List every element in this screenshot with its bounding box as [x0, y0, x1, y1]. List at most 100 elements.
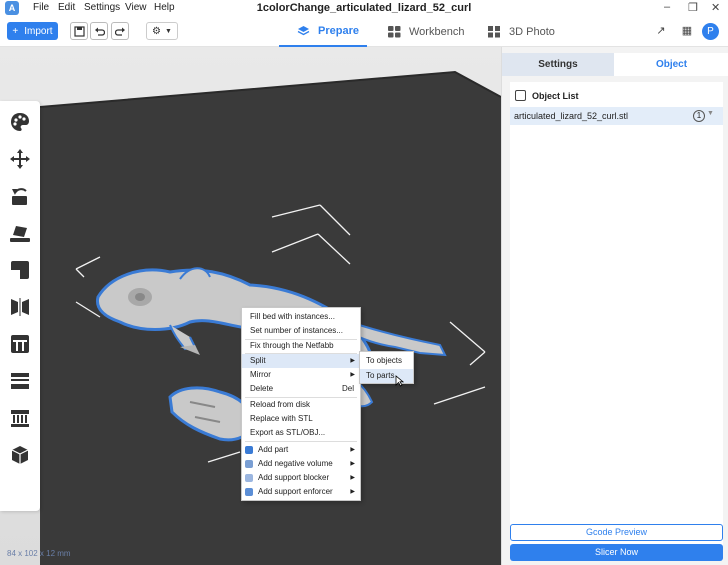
chevron-down-icon[interactable]: ▼: [707, 110, 714, 117]
menu-add-part[interactable]: Add part ▶: [242, 443, 360, 457]
menu-fix-netfabb[interactable]: Fix through the Netfabb: [242, 339, 360, 353]
menu-add-part-label: Add part: [258, 445, 289, 454]
menu-mirror[interactable]: Mirror ▶: [242, 368, 360, 382]
menu-split[interactable]: Split ▶: [242, 354, 360, 368]
split-to-objects-label: To objects: [366, 356, 403, 365]
main-toolbar: + Import ⚙ ▼ Prepare Workbench 3D Photo …: [0, 16, 728, 47]
redo-icon: [114, 27, 125, 36]
menu-add-negative-volume-label: Add negative volume: [258, 459, 333, 468]
tab-3d-photo-label: 3D Photo: [509, 25, 555, 38]
workbench-icon: [388, 25, 401, 37]
save-button[interactable]: [70, 22, 88, 40]
right-panel: Settings Object Object List articulated_…: [501, 47, 728, 565]
split-submenu: To objects To parts: [359, 351, 414, 384]
menu-split-to-objects[interactable]: To objects: [360, 354, 413, 368]
menu-file[interactable]: File: [33, 2, 49, 13]
tab-workbench-label: Workbench: [409, 25, 465, 38]
add-part-icon: [245, 446, 253, 454]
menu-add-support-blocker-label: Add support blocker: [258, 473, 330, 482]
photo-grid-icon: [488, 25, 500, 37]
menu-export[interactable]: Export as STL/OBJ...: [242, 426, 360, 440]
menu-edit[interactable]: Edit: [58, 2, 75, 13]
menu-mirror-label: Mirror: [250, 370, 271, 379]
model-dimensions: 84 x 102 x 12 mm: [7, 549, 71, 558]
tab-workbench[interactable]: Workbench: [388, 16, 474, 47]
menu-delete[interactable]: Delete Del: [242, 382, 360, 396]
minimize-icon[interactable]: –: [664, 1, 670, 13]
undo-icon: [94, 27, 105, 36]
gcode-preview-button[interactable]: Gcode Preview: [510, 524, 723, 541]
object-name: articulated_lizard_52_curl.stl: [514, 111, 629, 121]
object-list: Object List articulated_lizard_52_curl.s…: [510, 82, 723, 552]
menu-fill-bed-label: Fill bed with instances...: [250, 312, 335, 321]
menu-add-support-blocker[interactable]: Add support blocker ▶: [242, 471, 360, 485]
menu-help[interactable]: Help: [154, 2, 175, 13]
list-item[interactable]: articulated_lizard_52_curl.stl 1 ▼: [510, 107, 723, 125]
slice-now-button[interactable]: Slicer Now: [510, 544, 723, 561]
close-icon[interactable]: ✕: [711, 1, 720, 14]
redo-button[interactable]: [111, 22, 129, 40]
menu-set-instances-label: Set number of instances...: [250, 326, 343, 335]
tab-3d-photo[interactable]: 3D Photo: [488, 16, 558, 47]
panel-tabs: Settings Object: [502, 53, 728, 76]
menu-fill-bed[interactable]: Fill bed with instances...: [242, 310, 360, 324]
save-icon: [73, 25, 85, 37]
gear-icon: ⚙: [152, 25, 162, 37]
split-to-parts-label: To parts: [366, 371, 395, 380]
tab-object[interactable]: Object: [614, 53, 728, 76]
menu-view[interactable]: View: [125, 2, 147, 13]
menu-add-support-enforcer-label: Add support enforcer: [258, 487, 333, 496]
color-palette-icon[interactable]: [9, 111, 31, 133]
scale-icon[interactable]: [9, 259, 31, 281]
undo-button[interactable]: [90, 22, 108, 40]
menu-reload-label: Reload from disk: [250, 400, 311, 409]
submenu-arrow-icon: ▶: [350, 447, 355, 453]
menu-export-label: Export as STL/OBJ...: [250, 428, 326, 437]
submenu-arrow-icon: ▶: [350, 358, 355, 364]
tab-prepare-label: Prepare: [318, 24, 359, 37]
restore-icon[interactable]: ❐: [688, 1, 698, 14]
tool-palette: [0, 101, 40, 511]
layer-range-icon[interactable]: [9, 370, 31, 392]
instance-count-badge: 1: [693, 110, 705, 122]
mirror-icon[interactable]: [9, 296, 31, 318]
support-enforcer-icon: [245, 488, 253, 496]
context-menu: Fill bed with instances... Set number of…: [241, 307, 361, 501]
title-bar: A File Edit Settings View Help 1colorCha…: [0, 0, 728, 16]
menu-replace-stl-label: Replace with STL: [250, 414, 313, 423]
rotate-icon[interactable]: [9, 185, 31, 207]
lay-on-face-icon[interactable]: [9, 222, 31, 244]
menu-add-support-enforcer[interactable]: Add support enforcer ▶: [242, 485, 360, 499]
menu-fix-netfabb-label: Fix through the Netfabb: [250, 341, 334, 350]
view-selector[interactable]: ⚙ ▼: [146, 22, 178, 40]
delete-shortcut: Del: [341, 384, 354, 393]
menu-set-instances[interactable]: Set number of instances...: [242, 324, 360, 338]
layers-icon: [297, 25, 310, 35]
plus-icon: +: [12, 25, 19, 37]
support-blocker-icon: [245, 474, 253, 482]
tab-prepare[interactable]: Prepare: [279, 16, 367, 47]
mouse-cursor-icon: [395, 375, 404, 387]
list-icon: [515, 90, 526, 101]
chevron-down-icon: ▼: [165, 27, 172, 35]
avatar[interactable]: P: [702, 23, 719, 40]
menu-add-negative-volume[interactable]: Add negative volume ▶: [242, 457, 360, 471]
submenu-arrow-icon: ▶: [350, 489, 355, 495]
menu-divider: [245, 441, 357, 442]
negative-volume-icon: [245, 460, 253, 468]
tab-settings[interactable]: Settings: [502, 53, 614, 76]
menu-settings[interactable]: Settings: [84, 2, 120, 13]
menu-reload[interactable]: Reload from disk: [242, 398, 360, 412]
menu-split-to-parts[interactable]: To parts: [360, 369, 413, 383]
cut-icon[interactable]: [9, 333, 31, 355]
support-paint-icon[interactable]: [9, 407, 31, 429]
submenu-arrow-icon: ▶: [350, 372, 355, 378]
submenu-arrow-icon: ▶: [350, 475, 355, 481]
import-button[interactable]: + Import: [7, 22, 58, 40]
apps-grid-icon[interactable]: ▦: [679, 23, 695, 39]
menu-split-label: Split: [250, 356, 266, 365]
cube-icon[interactable]: [9, 444, 31, 466]
external-link-icon[interactable]: ↗: [653, 23, 669, 39]
menu-replace-stl[interactable]: Replace with STL: [242, 412, 360, 426]
move-icon[interactable]: [9, 148, 31, 170]
